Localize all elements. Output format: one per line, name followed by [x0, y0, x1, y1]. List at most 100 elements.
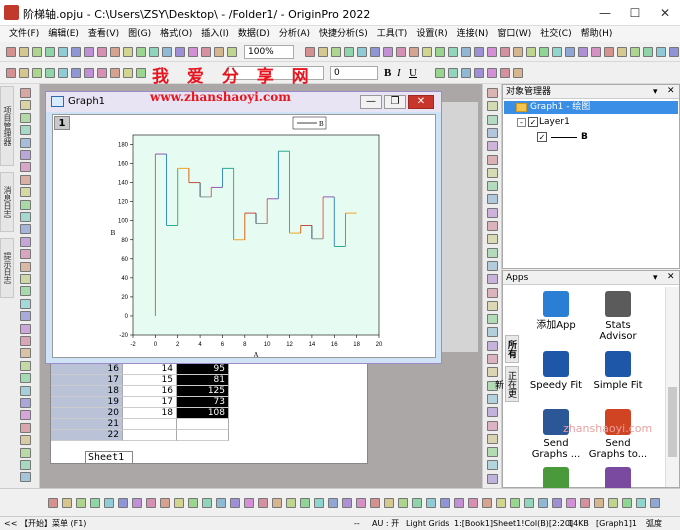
toolbar-button-icon[interactable]: [566, 498, 576, 508]
table-cell[interactable]: 21: [51, 419, 123, 430]
toolbar-button-icon[interactable]: [62, 498, 72, 508]
toolbar-button-icon[interactable]: [84, 47, 94, 57]
graph-tool-icon[interactable]: [487, 274, 498, 285]
toolbar-button-icon[interactable]: [552, 498, 562, 508]
toolbar-button-icon[interactable]: [513, 47, 523, 57]
toolbar-button-icon[interactable]: [594, 498, 604, 508]
toolbar-button-icon[interactable]: [342, 498, 352, 508]
toolbar-button-icon[interactable]: [6, 68, 16, 78]
toolbar-button-icon[interactable]: [32, 47, 42, 57]
toolbar-button-icon[interactable]: [487, 68, 497, 78]
toolbar-button-icon[interactable]: [146, 498, 156, 508]
toolbar-button-icon[interactable]: [97, 47, 107, 57]
menu-item-10[interactable]: 设置(R): [416, 26, 447, 42]
toolbar-button-icon[interactable]: [510, 498, 520, 508]
tool-icon[interactable]: [20, 410, 31, 421]
graph-tool-icon[interactable]: [487, 234, 498, 245]
toolbar-button-icon[interactable]: [162, 47, 172, 57]
toolbar-button-icon[interactable]: [214, 47, 224, 57]
toolbar-button-icon[interactable]: [175, 47, 185, 57]
toolbar-button-icon[interactable]: [500, 68, 510, 78]
apps-close-icon[interactable]: ✕: [667, 272, 675, 282]
menu-item-7[interactable]: 分析(A): [279, 26, 310, 42]
apps-tab-all[interactable]: 所有: [505, 335, 519, 363]
graph-tool-icon[interactable]: [487, 207, 498, 218]
toolbar-button-icon[interactable]: [188, 47, 198, 57]
menu-item-1[interactable]: 编辑(E): [48, 26, 79, 42]
toolbar-button-icon[interactable]: [409, 47, 419, 57]
graph-tool-icon[interactable]: [487, 141, 498, 152]
tool-icon[interactable]: [20, 385, 31, 396]
tool-icon[interactable]: [20, 236, 31, 247]
toolbar-button-icon[interactable]: [136, 68, 146, 78]
toolbar-button-icon[interactable]: [412, 498, 422, 508]
tool-icon[interactable]: [20, 348, 31, 359]
table-cell[interactable]: 20: [51, 408, 123, 419]
table-cell[interactable]: 17: [123, 397, 177, 408]
menu-item-2[interactable]: 查看(V): [88, 26, 119, 42]
toolbar-button-icon[interactable]: [32, 68, 42, 78]
toolbar-button-icon[interactable]: [300, 498, 310, 508]
toolbar-button-icon[interactable]: [188, 498, 198, 508]
table-cell[interactable]: 15: [123, 375, 177, 386]
toolbar-button-icon[interactable]: [71, 68, 81, 78]
tool-icon[interactable]: [20, 125, 31, 136]
toolbar-button-icon[interactable]: [538, 498, 548, 508]
toolbar-button-icon[interactable]: [565, 47, 575, 57]
hint-log-tab[interactable]: 提示日志: [0, 238, 14, 298]
graph-tool-icon[interactable]: [487, 181, 498, 192]
toolbar-button-icon[interactable]: [216, 498, 226, 508]
menu-item-9[interactable]: 工具(T): [377, 26, 408, 42]
toolbar-button-icon[interactable]: [19, 47, 29, 57]
plot-checkbox[interactable]: ✓: [537, 132, 547, 142]
menu-item-4[interactable]: 格式(O): [160, 26, 192, 42]
tool-icon[interactable]: [20, 224, 31, 235]
graph-tool-icon[interactable]: [487, 101, 498, 112]
toolbar-button-icon[interactable]: [58, 47, 68, 57]
table-cell[interactable]: 18: [123, 408, 177, 419]
toolbar-button-icon[interactable]: [272, 498, 282, 508]
toolbar-button-icon[interactable]: [202, 498, 212, 508]
graph-restore-icon[interactable]: ❐: [384, 95, 406, 109]
tool-icon[interactable]: [20, 212, 31, 222]
graph-tool-icon[interactable]: [487, 260, 498, 271]
graph-minimize-icon[interactable]: —: [360, 95, 382, 109]
toolbar-button-icon[interactable]: [370, 47, 380, 57]
app-item[interactable]: Speedy Fit: [525, 351, 587, 391]
toolbar-button-icon[interactable]: [524, 498, 534, 508]
toolbar-button-icon[interactable]: [474, 47, 484, 57]
graph-tool-icon[interactable]: [487, 194, 498, 205]
toolbar-button-icon[interactable]: [97, 68, 107, 78]
table-row[interactable]: 20 18 108: [51, 408, 281, 419]
toolbar-button-icon[interactable]: [58, 68, 68, 78]
table-cell[interactable]: 22: [51, 430, 123, 441]
toolbar-button-icon[interactable]: [71, 47, 81, 57]
menu-item-3[interactable]: 图(G): [128, 26, 151, 42]
toolbar-button-icon[interactable]: [123, 68, 133, 78]
tool-icon[interactable]: [20, 447, 31, 458]
graph-tool-icon[interactable]: [487, 221, 498, 231]
toolbar-button-icon[interactable]: [422, 47, 432, 57]
toolbar-button-icon[interactable]: [474, 68, 484, 78]
tool-icon[interactable]: [20, 112, 31, 123]
status-start[interactable]: << 【开始】菜单 (F1): [4, 517, 86, 530]
chart[interactable]: -2 0 2 4 6 8 10 12 14 16 18 20-20020406080100120140…: [53, 115, 435, 357]
tool-icon[interactable]: [20, 137, 31, 148]
apps-pin-icon[interactable]: ▾: [653, 273, 658, 283]
italic-button[interactable]: I: [397, 67, 401, 79]
tool-icon[interactable]: [20, 360, 31, 371]
graph-tool-icon[interactable]: [487, 340, 498, 351]
toolbar-button-icon[interactable]: [160, 498, 170, 508]
toolbar-button-icon[interactable]: [230, 498, 240, 508]
close-icon[interactable]: ✕: [650, 0, 680, 26]
toolbar-button-icon[interactable]: [448, 47, 458, 57]
toolbar-button-icon[interactable]: [19, 68, 29, 78]
toolbar-button-icon[interactable]: [136, 47, 146, 57]
graph-tool-icon[interactable]: [487, 367, 498, 378]
tree-layer-item[interactable]: - ✓ Layer1: [517, 116, 570, 129]
table-cell[interactable]: 18: [51, 386, 123, 397]
graph-tool-icon[interactable]: [487, 167, 498, 178]
toolbar-button-icon[interactable]: [227, 47, 237, 57]
toolbar-button-icon[interactable]: [384, 498, 394, 508]
tool-icon[interactable]: [20, 435, 31, 446]
